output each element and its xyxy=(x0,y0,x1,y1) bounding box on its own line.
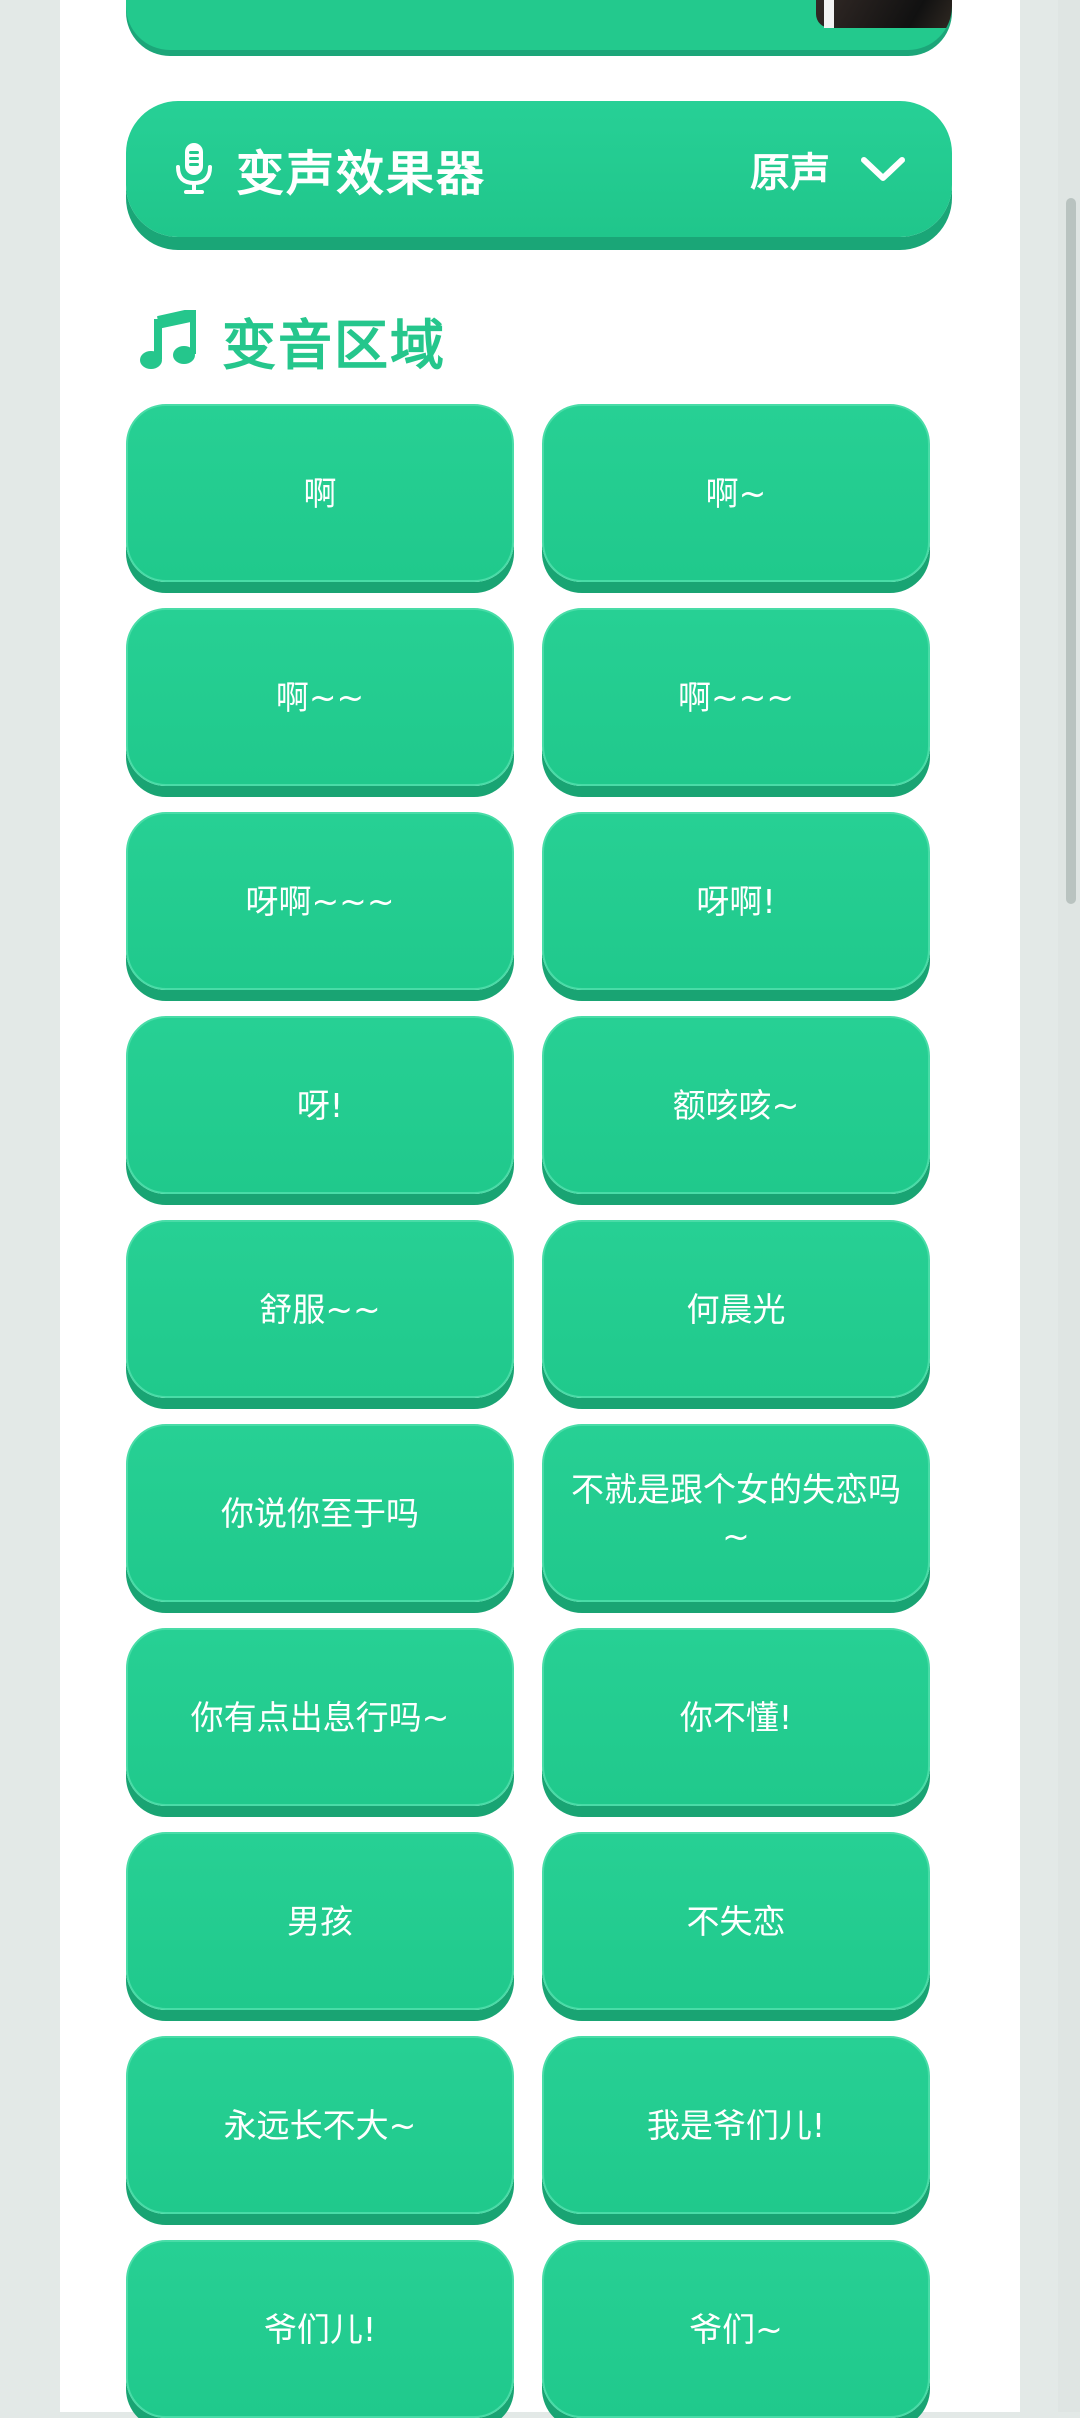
sound-button[interactable]: 我是爷们儿! xyxy=(542,2036,930,2214)
sound-button[interactable]: 啊~~~ xyxy=(542,608,930,786)
sound-button[interactable]: 啊~~ xyxy=(126,608,514,786)
selected-effect: 原声 xyxy=(750,150,830,196)
sound-button[interactable]: 不就是跟个女的失恋吗~ xyxy=(542,1424,930,1602)
sound-grid: 啊啊~ 啊~~ 啊~~~ 呀啊~~~ 呀啊! 呀! 额咳咳~ 舒服~~ 何晨光 你说你至于吗 不就是… xyxy=(126,404,930,2418)
sound-button[interactable]: 爷们儿! xyxy=(126,2240,514,2418)
top-banner[interactable] xyxy=(126,0,952,50)
sound-button[interactable]: 呀! xyxy=(126,1016,514,1194)
chevron-down-icon xyxy=(861,157,905,181)
section-title: 变音区域 xyxy=(222,313,446,377)
scrollbar-thumb[interactable] xyxy=(1066,198,1076,904)
banner-photo xyxy=(816,0,952,28)
sound-button[interactable]: 呀啊~~~ xyxy=(126,812,514,990)
voice-effects-selector[interactable]: 变声效果器 原声 xyxy=(126,101,952,237)
effects-title: 变声效果器 xyxy=(236,146,487,202)
sound-button[interactable]: 啊~ xyxy=(542,404,930,582)
sound-button[interactable]: 永远长不大~ xyxy=(126,2036,514,2214)
sound-button[interactable]: 你有点出息行吗~ xyxy=(126,1628,514,1806)
scrollbar-track[interactable] xyxy=(1058,0,1080,2412)
sound-button[interactable]: 你说你至于吗 xyxy=(126,1424,514,1602)
sound-button[interactable]: 啊 xyxy=(126,404,514,582)
sound-button[interactable]: 舒服~~ xyxy=(126,1220,514,1398)
sound-button[interactable]: 爷们~ xyxy=(542,2240,930,2418)
microphone-icon xyxy=(176,143,212,194)
sound-button[interactable]: 不失恋 xyxy=(542,1832,930,2010)
section-heading: 变音区域 xyxy=(140,306,446,377)
sound-button[interactable]: 呀啊! xyxy=(542,812,930,990)
sound-button[interactable]: 额咳咳~ xyxy=(542,1016,930,1194)
sound-button[interactable]: 你不懂! xyxy=(542,1628,930,1806)
sound-button[interactable]: 何晨光 xyxy=(542,1220,930,1398)
music-note-icon xyxy=(140,310,196,369)
sound-button[interactable]: 男孩 xyxy=(126,1832,514,2010)
